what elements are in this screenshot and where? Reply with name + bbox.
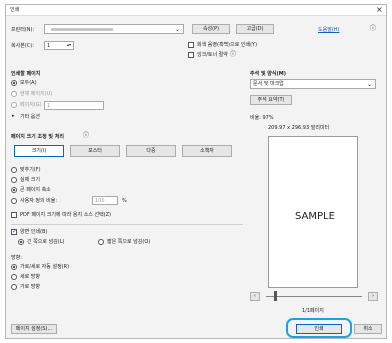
- landscape-label: 가로 방향: [20, 284, 40, 290]
- page-slider-track[interactable]: [266, 296, 362, 297]
- sizing-heading: 페이지 크기 조정 및 처리: [11, 134, 64, 140]
- copies-input[interactable]: 1 ▴▾: [44, 41, 74, 50]
- page-range-input[interactable]: 1: [44, 101, 104, 110]
- chevron-down-icon: ⌄: [174, 26, 180, 33]
- actual-size-radio[interactable]: [11, 177, 17, 183]
- advanced-button[interactable]: 고급(D): [236, 24, 274, 34]
- save-ink-label: 잉크/토너 절약: [197, 52, 228, 58]
- previous-page-button[interactable]: ‹: [250, 292, 260, 301]
- page-range-label: 페이지(G): [20, 102, 42, 108]
- sizing-info-icon[interactable]: ⓘ: [83, 133, 89, 139]
- fit-radio[interactable]: [11, 167, 17, 173]
- pdf-source-checkbox[interactable]: [11, 212, 17, 218]
- page-slider-handle[interactable]: [274, 291, 277, 301]
- shrink-label: 큰 페이지 축소: [20, 187, 51, 193]
- chevron-right-icon[interactable]: ▸: [12, 114, 15, 119]
- orientation-auto-radio[interactable]: [11, 264, 17, 270]
- long-edge-label: 긴 쪽으로 넘김(L): [27, 239, 65, 245]
- preview-sample-text: SAMPLE: [295, 211, 335, 222]
- window-title: 인쇄: [10, 7, 20, 13]
- spinner-icon[interactable]: ▴▾: [67, 43, 71, 47]
- custom-scale-label: 사용자 정의 비율:: [20, 198, 58, 204]
- pdf-source-label: PDF 페이지 크기에 따라 용지 소스 선택(Z): [20, 212, 112, 218]
- percent-label: %: [122, 198, 127, 204]
- duplex-checkbox[interactable]: [11, 228, 17, 235]
- printer-label: 프린터(N):: [11, 27, 35, 33]
- help-link[interactable]: 도움말(H): [318, 28, 339, 33]
- grayscale-label: 회색 음영(흑백)으로 인쇄(Y): [197, 42, 258, 48]
- cancel-button[interactable]: 취소: [354, 324, 382, 334]
- fit-label: 맞추기(F): [20, 167, 41, 173]
- page-range-radio[interactable]: [11, 102, 17, 108]
- print-button[interactable]: 인쇄: [296, 324, 342, 334]
- printer-select[interactable]: ⌄: [44, 24, 184, 34]
- landscape-radio[interactable]: [11, 284, 17, 290]
- info-icon[interactable]: ⓘ: [230, 52, 236, 58]
- current-page-radio[interactable]: [11, 91, 17, 97]
- grayscale-checkbox[interactable]: [188, 42, 194, 48]
- properties-button[interactable]: 속성(P): [192, 24, 230, 34]
- page-count-label: 1/1페이지: [302, 308, 324, 314]
- duplex-label: 양면 인쇄(B): [20, 229, 48, 235]
- chevron-down-icon: ⌄: [366, 81, 372, 88]
- tab-size[interactable]: 크기(I): [14, 145, 64, 157]
- close-icon[interactable]: ×: [376, 6, 383, 14]
- divider: [11, 224, 243, 225]
- summarize-comments-button[interactable]: 주석 요약(T): [250, 95, 292, 105]
- paper-size-label: 209.97 x 296.93 밀리미터: [268, 125, 330, 131]
- tab-booklet[interactable]: 소책자: [182, 145, 232, 157]
- short-edge-radio[interactable]: [98, 239, 104, 245]
- portrait-radio[interactable]: [11, 274, 17, 280]
- current-page-label: 현재 페이지(U): [20, 91, 53, 97]
- tab-multiple[interactable]: 다중: [126, 145, 176, 157]
- long-edge-radio[interactable]: [18, 239, 24, 245]
- all-pages-radio[interactable]: [11, 80, 17, 86]
- all-pages-label: 모두(A): [20, 80, 37, 86]
- short-edge-label: 짧은 쪽으로 넘김(O): [107, 239, 151, 245]
- actual-size-label: 실제 크기: [20, 177, 40, 183]
- next-page-button[interactable]: ›: [368, 292, 378, 301]
- comments-heading: 주석 및 양식(M): [250, 71, 287, 77]
- orientation-auto-label: 가로/세로 자동 설정(R): [20, 264, 70, 270]
- pages-heading: 인쇄할 페이지: [11, 71, 41, 77]
- scale-label: 비율: 97%: [250, 115, 274, 121]
- tab-poster[interactable]: 포스터: [70, 145, 120, 157]
- custom-scale-radio[interactable]: [11, 198, 17, 204]
- print-preview: SAMPLE: [268, 136, 358, 288]
- portrait-label: 세로 방향: [20, 274, 40, 280]
- copies-label: 복사본(C):: [11, 43, 34, 49]
- save-ink-checkbox[interactable]: [188, 52, 194, 58]
- title-bar: [6, 5, 386, 16]
- more-options-label[interactable]: 기타 옵션: [20, 115, 40, 120]
- shrink-radio[interactable]: [11, 187, 17, 193]
- custom-scale-input[interactable]: 100: [92, 196, 118, 205]
- orientation-heading: 방향:: [11, 255, 22, 261]
- help-icon[interactable]: ⓘ: [370, 26, 376, 32]
- comments-select[interactable]: 문서 및 마크업 ⌄: [250, 79, 376, 89]
- page-setup-button[interactable]: 페이지 설정(S)...: [11, 324, 57, 334]
